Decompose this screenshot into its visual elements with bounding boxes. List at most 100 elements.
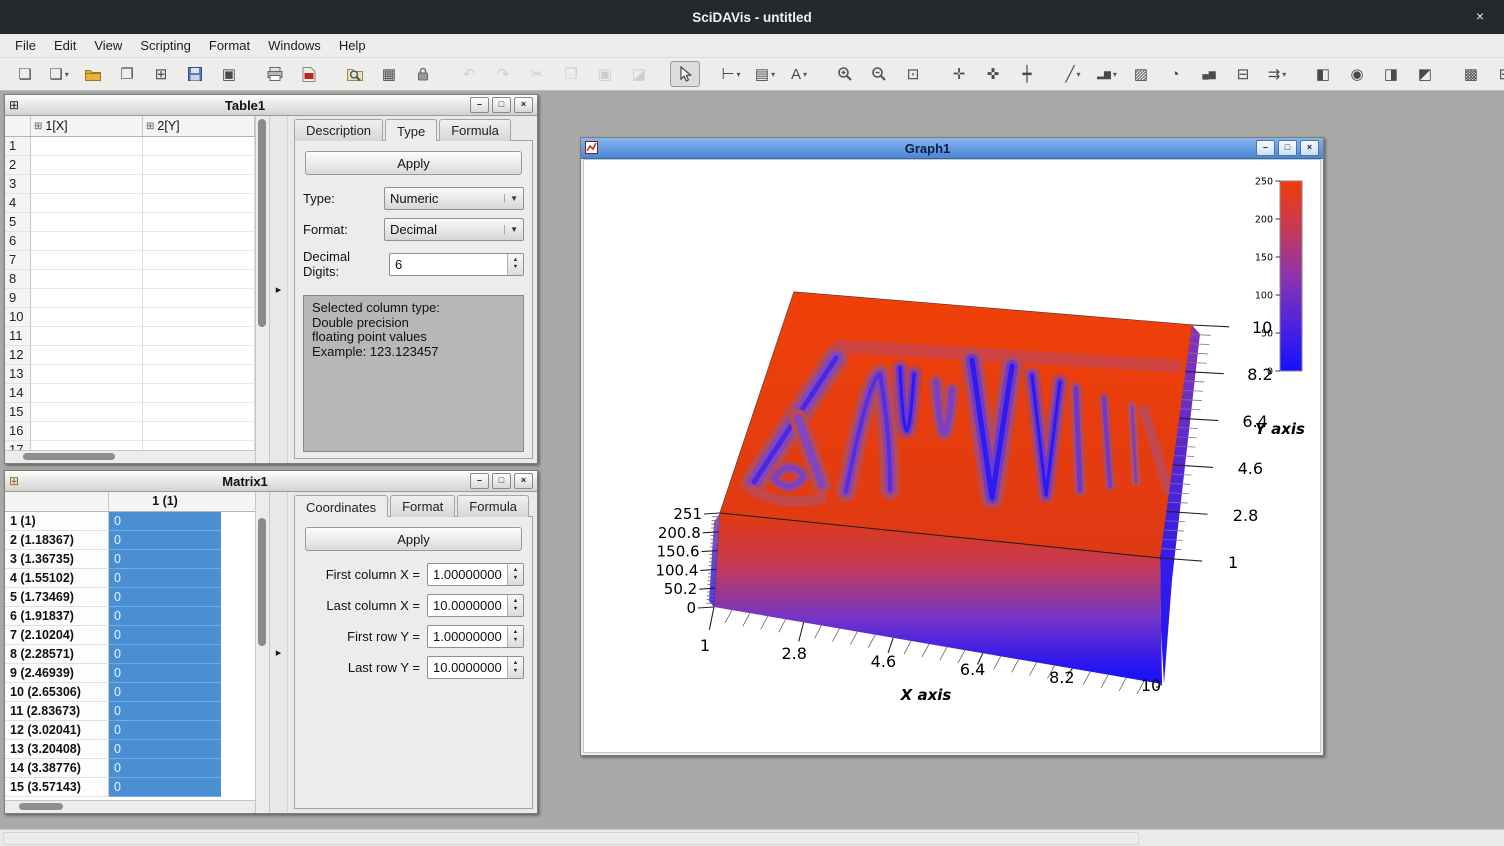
table-cell[interactable] bbox=[31, 213, 143, 232]
table1-titlebar[interactable]: ⊞ Table1 – □ × bbox=[5, 95, 537, 116]
table-cell[interactable] bbox=[31, 156, 143, 175]
open-project-button[interactable] bbox=[78, 61, 108, 87]
matrix-row-header[interactable]: 12 (3.02041) bbox=[5, 721, 109, 740]
plot-box-button[interactable]: ⊟ bbox=[1228, 61, 1258, 87]
row-number[interactable]: 10 bbox=[5, 308, 31, 327]
row-number[interactable]: 12 bbox=[5, 346, 31, 365]
screen-reader-button[interactable]: ✛ bbox=[944, 61, 974, 87]
table-cell[interactable] bbox=[143, 251, 255, 270]
row-number[interactable]: 9 bbox=[5, 289, 31, 308]
show-table-button[interactable]: ▦ bbox=[374, 61, 404, 87]
maximize-button[interactable]: □ bbox=[492, 473, 511, 489]
row-number[interactable]: 6 bbox=[5, 232, 31, 251]
matrix-cell[interactable]: 0 bbox=[109, 550, 221, 569]
vertical-scrollbar[interactable] bbox=[255, 116, 270, 463]
matrix-tab-coordinates[interactable]: Coordinates bbox=[294, 495, 388, 517]
scrollbar-thumb[interactable] bbox=[23, 453, 115, 460]
row-number[interactable]: 4 bbox=[5, 194, 31, 213]
row-number[interactable]: 13 bbox=[5, 365, 31, 384]
matrix-row-header[interactable]: 14 (3.38776) bbox=[5, 759, 109, 778]
table-tab-formula[interactable]: Formula bbox=[439, 119, 511, 141]
table-cell[interactable] bbox=[143, 346, 255, 365]
matrix-cell[interactable]: 0 bbox=[109, 721, 221, 740]
menu-file[interactable]: File bbox=[6, 35, 45, 56]
scrollbar-thumb[interactable] bbox=[19, 803, 63, 810]
redo-button[interactable]: ↷ bbox=[488, 61, 518, 87]
delete-selection-button[interactable]: ◪ bbox=[624, 61, 654, 87]
menu-format[interactable]: Format bbox=[200, 35, 259, 56]
table-tab-type[interactable]: Type bbox=[385, 119, 437, 141]
scrollbar-thumb[interactable] bbox=[258, 518, 266, 646]
row-number[interactable]: 8 bbox=[5, 270, 31, 289]
table-cell[interactable] bbox=[31, 384, 143, 403]
table-cell[interactable] bbox=[31, 137, 143, 156]
table-plot-wizard-button[interactable]: ▩ bbox=[1456, 61, 1486, 87]
table-cell[interactable] bbox=[31, 308, 143, 327]
paste-button[interactable]: ▣ bbox=[590, 61, 620, 87]
matrix-cell[interactable]: 0 bbox=[109, 759, 221, 778]
row-number[interactable]: 7 bbox=[5, 251, 31, 270]
save-project-button[interactable] bbox=[180, 61, 210, 87]
plot-vectors-button[interactable]: ⇉▾ bbox=[1262, 61, 1292, 87]
matrix-row-header[interactable]: 4 (1.55102) bbox=[5, 569, 109, 588]
matrix-row-header[interactable]: 10 (2.65306) bbox=[5, 683, 109, 702]
rescale-to-show-all-button[interactable]: ⊡ bbox=[898, 61, 928, 87]
new-aspect-button[interactable]: ❏▾ bbox=[44, 61, 74, 87]
maximize-button[interactable]: □ bbox=[1278, 140, 1297, 156]
matrix-corner-cell[interactable] bbox=[5, 492, 109, 511]
data-reader-button[interactable]: ✜ bbox=[978, 61, 1008, 87]
menu-edit[interactable]: Edit bbox=[45, 35, 85, 56]
plot-histogram-button[interactable]: ▄▆ bbox=[1194, 61, 1224, 87]
matrix-cell[interactable]: 0 bbox=[109, 645, 221, 664]
pointer-button[interactable] bbox=[670, 61, 700, 87]
table-cell[interactable] bbox=[143, 213, 255, 232]
add-text-button[interactable]: A▾ bbox=[784, 61, 814, 87]
undo-button[interactable]: ↶ bbox=[454, 61, 484, 87]
window-titlebar[interactable]: SciDAVis - untitled × bbox=[0, 0, 1504, 34]
table-cell[interactable] bbox=[31, 327, 143, 346]
menu-scripting[interactable]: Scripting bbox=[131, 35, 200, 56]
draw-line-button[interactable]: ╱▾ bbox=[1058, 61, 1088, 87]
table-cell[interactable] bbox=[143, 384, 255, 403]
open-template-button[interactable]: ❐ bbox=[112, 61, 142, 87]
table-cell[interactable] bbox=[31, 403, 143, 422]
row-number[interactable]: 5 bbox=[5, 213, 31, 232]
table-cell[interactable] bbox=[143, 194, 255, 213]
matrix-row-header[interactable]: 1 (1) bbox=[5, 512, 109, 531]
matrix-row-header[interactable]: 11 (2.83673) bbox=[5, 702, 109, 721]
table-cell[interactable] bbox=[143, 232, 255, 251]
matrix-row-header[interactable]: 3 (1.36735) bbox=[5, 550, 109, 569]
table-tab-description[interactable]: Description bbox=[294, 119, 383, 141]
copy-button[interactable]: ❐ bbox=[556, 61, 586, 87]
table-cell[interactable] bbox=[143, 403, 255, 422]
table-cell[interactable] bbox=[143, 270, 255, 289]
table-cell[interactable] bbox=[31, 232, 143, 251]
spinner-arrows-icon[interactable]: ▲▼ bbox=[507, 626, 523, 647]
table-cell[interactable] bbox=[31, 251, 143, 270]
add-error-bars-button[interactable]: ▤▾ bbox=[750, 61, 780, 87]
row-number[interactable]: 2 bbox=[5, 156, 31, 175]
matrix-cell[interactable]: 0 bbox=[109, 569, 221, 588]
matrix-cell[interactable]: 0 bbox=[109, 588, 221, 607]
matrix-row-header[interactable]: 7 (2.10204) bbox=[5, 626, 109, 645]
plot3d-bars-button[interactable]: ◧ bbox=[1308, 61, 1338, 87]
table-cell[interactable] bbox=[143, 289, 255, 308]
spinner-arrows-icon[interactable]: ▲▼ bbox=[507, 595, 523, 616]
matrix-cell[interactable]: 0 bbox=[109, 683, 221, 702]
apply-button[interactable]: Apply bbox=[305, 151, 522, 175]
horizontal-scrollbar[interactable] bbox=[5, 450, 255, 463]
table-cell[interactable] bbox=[143, 175, 255, 194]
menu-windows[interactable]: Windows bbox=[259, 35, 330, 56]
table-cell[interactable] bbox=[31, 175, 143, 194]
apply-button[interactable]: Apply bbox=[305, 527, 522, 551]
decimal-digits-input[interactable]: 6 ▲▼ bbox=[389, 253, 524, 276]
plot-bar-button[interactable]: ▂▆▾ bbox=[1092, 61, 1122, 87]
table-cell[interactable] bbox=[143, 422, 255, 441]
project-explorer-button[interactable] bbox=[340, 61, 370, 87]
table-cell[interactable] bbox=[31, 422, 143, 441]
matrix-row-header[interactable]: 15 (3.57143) bbox=[5, 778, 109, 797]
first-column-x-input[interactable]: 1.00000000▲▼ bbox=[427, 563, 524, 586]
matrix-cell[interactable]: 0 bbox=[109, 740, 221, 759]
matrix-cell[interactable]: 0 bbox=[109, 512, 221, 531]
minimize-button[interactable]: – bbox=[1256, 140, 1275, 156]
